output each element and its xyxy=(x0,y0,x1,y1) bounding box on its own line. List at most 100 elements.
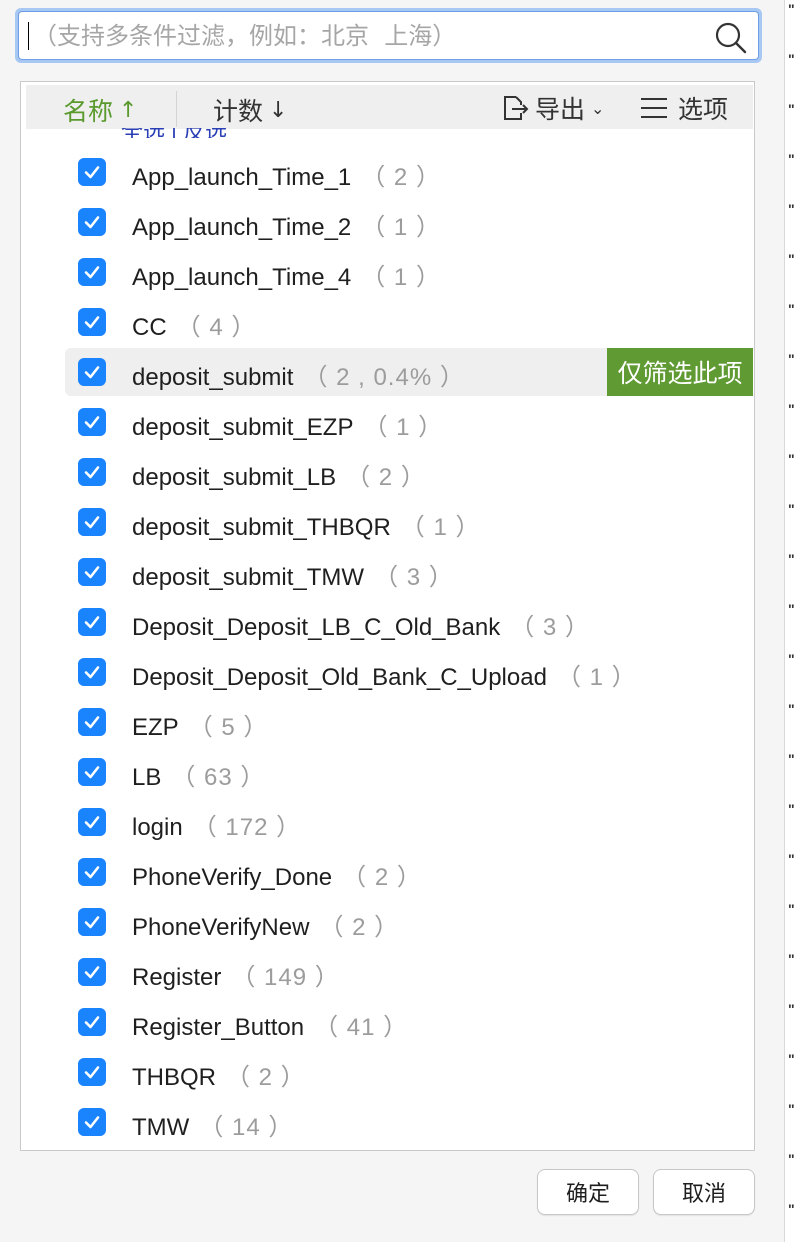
item-label: PhoneVerify_Done （ 2 ） xyxy=(132,857,422,892)
cell-quote-glyph: " xyxy=(788,201,795,217)
item-checkbox[interactable] xyxy=(78,1108,106,1136)
item-checkbox[interactable] xyxy=(78,158,106,186)
item-label: TMW （ 14 ） xyxy=(132,1107,293,1142)
filter-only-this-button[interactable]: 仅筛选此项 xyxy=(607,348,753,396)
item-checkbox[interactable] xyxy=(78,708,106,736)
item-checkbox[interactable] xyxy=(78,808,106,836)
item-name: TMW xyxy=(132,1114,190,1141)
background-sheet-strip: " " " " " " " " " " " " " " " " " " " " " " " " " xyxy=(784,0,798,1242)
cell-quote-glyph: " xyxy=(788,851,795,867)
list-item[interactable]: App_launch_Time_4 （ 1 ） xyxy=(65,248,753,296)
list-item[interactable]: login （ 172 ） xyxy=(65,798,753,846)
item-checkbox[interactable] xyxy=(78,958,106,986)
search-input[interactable] xyxy=(33,12,703,59)
item-checkbox[interactable] xyxy=(78,458,106,486)
item-count: （ 3 ） xyxy=(374,564,454,591)
options-label: 选项 xyxy=(678,95,729,124)
item-count: （ 2 ） xyxy=(319,914,400,941)
list-item[interactable]: Register_Button （ 41 ） xyxy=(65,998,753,1046)
list-item[interactable]: LB （ 63 ） xyxy=(65,748,753,796)
item-checkbox[interactable] xyxy=(78,758,106,786)
item-checkbox[interactable] xyxy=(78,358,106,386)
list-item[interactable]: TMW （ 14 ） xyxy=(65,1098,753,1146)
item-checkbox[interactable] xyxy=(78,908,106,936)
checkmark-icon xyxy=(84,566,100,579)
cell-quote-glyph: " xyxy=(788,801,795,817)
item-count: （ 5 ） xyxy=(188,714,269,741)
item-count: （ 149 ） xyxy=(231,964,340,991)
item-label: THBQR （ 2 ） xyxy=(132,1057,306,1092)
item-name: deposit_submit_TMW xyxy=(132,564,365,591)
list-item[interactable]: CC （ 4 ） xyxy=(65,298,753,346)
checkmark-icon xyxy=(84,316,100,329)
item-count: （ 2 ） xyxy=(361,164,441,191)
cell-quote-glyph: " xyxy=(788,301,795,317)
ok-button[interactable]: 确定 xyxy=(537,1169,639,1215)
list-item[interactable]: App_launch_Time_2 （ 1 ） xyxy=(65,198,753,246)
sort-by-count-button[interactable]: 计数 ↓ xyxy=(213,92,287,128)
sort-by-name-label: 名称 xyxy=(63,97,114,126)
list-item[interactable]: deposit_submit_TMW （ 3 ） xyxy=(65,548,753,596)
item-count: （ 2 , 0.4% ） xyxy=(303,364,465,391)
item-checkbox[interactable] xyxy=(78,208,106,236)
item-checkbox[interactable] xyxy=(78,608,106,636)
cell-quote-glyph: " xyxy=(788,251,795,267)
item-count: （ 2 ） xyxy=(342,864,422,891)
list-item[interactable]: EZP （ 5 ） xyxy=(65,698,753,746)
list-item[interactable]: Deposit_Deposit_Old_Bank_C_Upload （ 1 ） xyxy=(65,648,753,696)
cancel-button[interactable]: 取消 xyxy=(653,1169,755,1215)
search-icon[interactable] xyxy=(714,21,748,55)
item-label: login （ 172 ） xyxy=(132,807,301,842)
item-count: （ 2 ） xyxy=(346,464,426,491)
item-name: deposit_submit_LB xyxy=(132,464,337,491)
search-box[interactable] xyxy=(18,11,759,60)
sort-by-name-button[interactable]: 名称 ↑ xyxy=(63,92,137,128)
list-item[interactable]: PhoneVerify_Done （ 2 ） xyxy=(65,848,753,896)
list-item[interactable]: deposit_submit （ 2 , 0.4% ） 仅筛选此项 xyxy=(65,348,753,396)
item-checkbox[interactable] xyxy=(78,1008,106,1036)
checkmark-icon xyxy=(84,516,100,529)
item-name: Register xyxy=(132,964,222,991)
item-checkbox[interactable] xyxy=(78,658,106,686)
item-label: Deposit_Deposit_LB_C_Old_Bank （ 3 ） xyxy=(132,607,590,642)
cell-quote-glyph: " xyxy=(788,51,795,67)
list-item[interactable]: deposit_submit_THBQR （ 1 ） xyxy=(65,498,753,546)
item-checkbox[interactable] xyxy=(78,408,106,436)
item-checkbox[interactable] xyxy=(78,258,106,286)
item-name: CC xyxy=(132,314,167,341)
item-label: EZP （ 5 ） xyxy=(132,707,268,742)
checkmark-icon xyxy=(84,666,100,679)
list-item[interactable]: Deposit_Deposit_LB_C_Old_Bank （ 3 ） xyxy=(65,598,753,646)
checkmark-icon xyxy=(84,1116,100,1129)
checkmark-icon xyxy=(84,766,100,779)
item-count: （ 41 ） xyxy=(314,1014,409,1041)
list-item[interactable]: PhoneVerifyNew （ 2 ） xyxy=(65,898,753,946)
cell-quote-glyph: " xyxy=(788,1151,795,1167)
item-count: （ 1 ） xyxy=(361,214,441,241)
checkmark-icon xyxy=(84,1066,100,1079)
item-name: PhoneVerifyNew xyxy=(132,914,310,941)
item-checkbox[interactable] xyxy=(78,858,106,886)
cell-quote-glyph: " xyxy=(788,401,795,417)
list-item[interactable]: THBQR （ 2 ） xyxy=(65,1048,753,1096)
cell-quote-glyph: " xyxy=(788,151,795,167)
item-name: deposit_submit_THBQR xyxy=(132,514,391,541)
list-item[interactable]: deposit_submit_LB （ 2 ） xyxy=(65,448,753,496)
select-all-links[interactable]: 全选 | 反选 xyxy=(121,128,421,138)
item-checkbox[interactable] xyxy=(78,1058,106,1086)
item-label: CC （ 4 ） xyxy=(132,307,256,342)
item-name: Register_Button xyxy=(132,1014,305,1041)
list-item[interactable]: deposit_submit_EZP （ 1 ） xyxy=(65,398,753,446)
list-item[interactable]: Register （ 149 ） xyxy=(65,948,753,996)
export-button[interactable]: 导出 ⌄ xyxy=(499,90,604,126)
item-name: deposit_submit xyxy=(132,364,294,391)
options-button[interactable]: 选项 xyxy=(640,90,728,126)
item-checkbox[interactable] xyxy=(78,308,106,336)
item-count: （ 14 ） xyxy=(199,1114,294,1141)
item-checkbox[interactable] xyxy=(78,558,106,586)
checkmark-icon xyxy=(84,466,100,479)
list-item[interactable]: App_launch_Time_1 （ 2 ） xyxy=(65,148,753,196)
cell-quote-glyph: " xyxy=(788,101,795,117)
item-checkbox[interactable] xyxy=(78,508,106,536)
cell-quote-glyph: " xyxy=(788,751,795,767)
